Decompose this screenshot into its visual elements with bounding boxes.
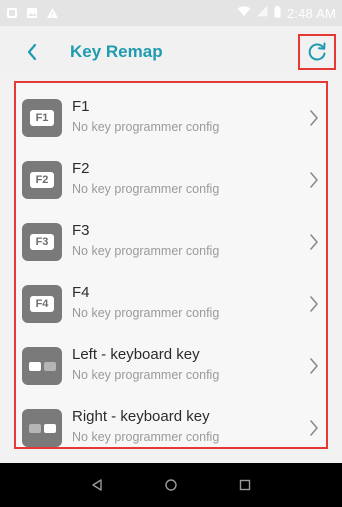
chevron-right-icon bbox=[310, 172, 318, 188]
key-status: No key programmer config bbox=[72, 430, 220, 444]
key-text: Right - keyboard key No key programmer c… bbox=[72, 408, 219, 445]
signal-off-icon bbox=[257, 6, 268, 20]
key-item-left[interactable]: Left - keyboard key No key programmer co… bbox=[16, 335, 326, 397]
f3-key-glyph: F3 bbox=[30, 234, 54, 250]
back-button[interactable] bbox=[10, 26, 54, 78]
key-list: F1 F1 No key programmer config F2 F2 No … bbox=[14, 81, 328, 449]
app-notification-icon bbox=[6, 7, 18, 19]
key-status: No key programmer config bbox=[72, 120, 220, 134]
key-item-f1[interactable]: F1 F1 No key programmer config bbox=[16, 87, 326, 149]
app-bar: Key Remap bbox=[0, 26, 342, 78]
key-item-f3[interactable]: F3 F3 No key programmer config bbox=[16, 211, 326, 273]
right-arrow-key-glyph bbox=[28, 423, 56, 433]
chevron-right-icon bbox=[310, 110, 318, 126]
key-text: F3 No key programmer config bbox=[72, 222, 219, 259]
status-time: 2:48 AM bbox=[286, 5, 336, 21]
f4-key-glyph: F4 bbox=[30, 296, 54, 312]
left-arrow-key-icon bbox=[22, 347, 62, 385]
warning-icon bbox=[46, 7, 59, 19]
image-notification-icon bbox=[26, 7, 38, 19]
key-status: No key programmer config bbox=[72, 368, 220, 382]
key-name: F1 bbox=[72, 98, 90, 115]
key-text: Left - keyboard key No key programmer co… bbox=[72, 346, 219, 383]
back-triangle-icon bbox=[92, 479, 102, 491]
page-title: Key Remap bbox=[70, 42, 163, 61]
nav-back-button[interactable] bbox=[82, 470, 112, 500]
chevron-left-icon bbox=[27, 43, 37, 61]
key-name: F3 bbox=[72, 222, 90, 239]
key-name: F4 bbox=[72, 284, 90, 301]
key-status: No key programmer config bbox=[72, 182, 220, 196]
key-item-f4[interactable]: F4 F4 No key programmer config bbox=[16, 273, 326, 335]
chevron-right-icon bbox=[310, 234, 318, 250]
f2-key-icon: F2 bbox=[22, 161, 62, 199]
status-left-icons bbox=[6, 7, 59, 19]
f2-key-glyph: F2 bbox=[30, 172, 54, 188]
nav-recents-button[interactable] bbox=[230, 470, 260, 500]
chevron-right-icon bbox=[310, 420, 318, 436]
key-text: F1 No key programmer config bbox=[72, 98, 219, 135]
right-arrow-key-icon bbox=[22, 409, 62, 447]
chevron-right-icon bbox=[310, 296, 318, 312]
key-text: F2 No key programmer config bbox=[72, 160, 219, 197]
key-item-right[interactable]: Right - keyboard key No key programmer c… bbox=[16, 397, 326, 459]
chevron-right-icon bbox=[310, 358, 318, 374]
f4-key-icon: F4 bbox=[22, 285, 62, 323]
recents-square-icon bbox=[239, 479, 251, 491]
nav-home-button[interactable] bbox=[156, 470, 186, 500]
status-right-icons: 2:48 AM bbox=[237, 5, 336, 21]
key-text: F4 No key programmer config bbox=[72, 284, 219, 321]
wifi-icon bbox=[237, 6, 251, 20]
key-name: Left - keyboard key bbox=[72, 346, 200, 363]
system-nav-bar bbox=[0, 463, 342, 507]
key-name: Right - keyboard key bbox=[72, 408, 210, 425]
battery-icon bbox=[274, 5, 281, 21]
home-circle-icon bbox=[165, 479, 177, 491]
f1-key-glyph: F1 bbox=[30, 110, 54, 126]
refresh-icon bbox=[308, 42, 326, 61]
key-status: No key programmer config bbox=[72, 244, 220, 258]
refresh-button[interactable] bbox=[298, 34, 336, 70]
key-item-f2[interactable]: F2 F2 No key programmer config bbox=[16, 149, 326, 211]
status-bar: 2:48 AM bbox=[0, 0, 342, 26]
key-status: No key programmer config bbox=[72, 306, 220, 320]
f1-key-icon: F1 bbox=[22, 99, 62, 137]
f3-key-icon: F3 bbox=[22, 223, 62, 261]
key-list-area: F1 F1 No key programmer config F2 F2 No … bbox=[0, 78, 342, 463]
left-arrow-key-glyph bbox=[28, 361, 56, 371]
key-name: F2 bbox=[72, 160, 90, 177]
